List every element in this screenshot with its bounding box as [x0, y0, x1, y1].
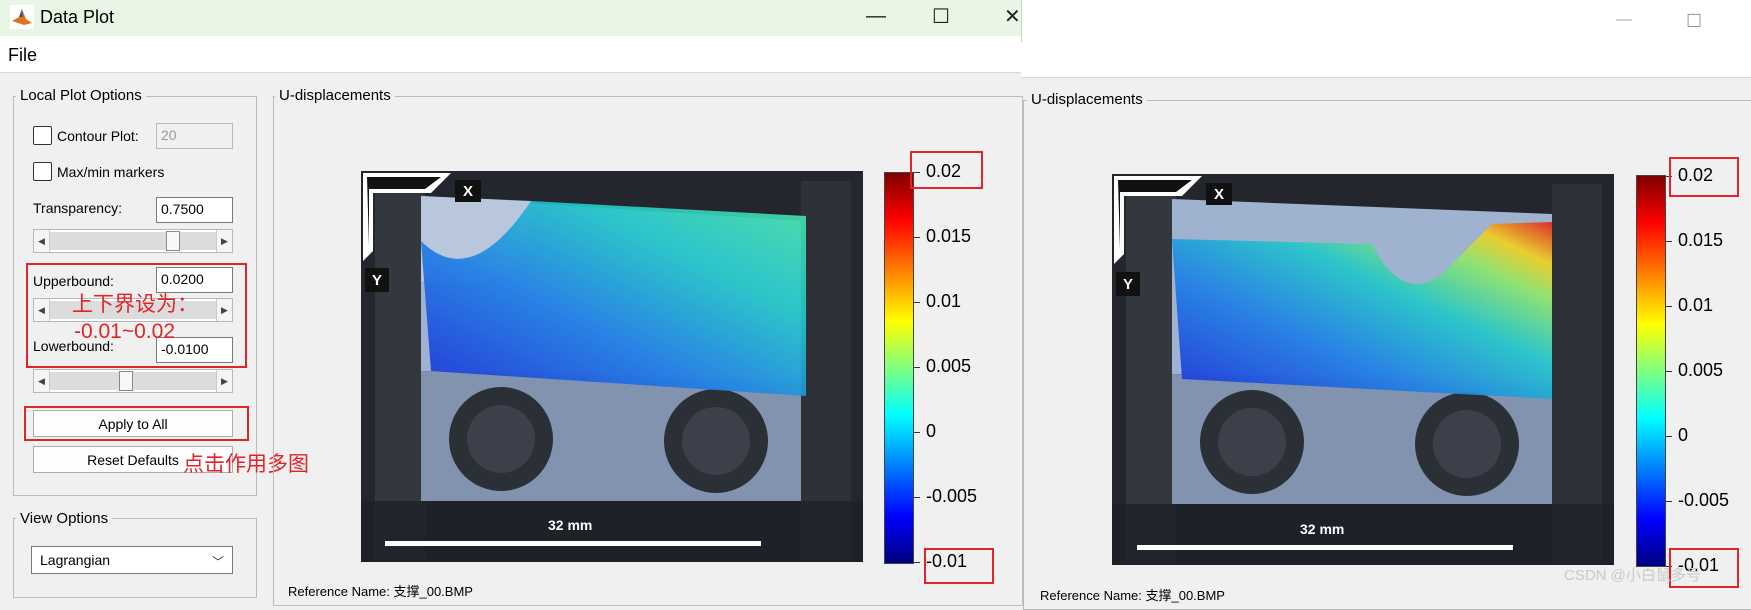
- bounds-note-line1: 上下界设为：: [72, 293, 198, 316]
- colorbar-tick-label: 0.005: [1678, 360, 1724, 380]
- max-min-markers-label: Max/min markers: [57, 164, 165, 180]
- second-window-title-bar: [1021, 0, 1751, 42]
- second-menu-bar: [1021, 42, 1751, 78]
- colorbar-tick-mark: [1666, 501, 1672, 502]
- right-plot-title: U-displacements: [1027, 91, 1147, 108]
- slider-left-arrow-icon[interactable]: ◀: [34, 230, 50, 252]
- close-button[interactable]: ✕: [1004, 7, 1021, 27]
- contour-plot-label: Contour Plot:: [57, 128, 139, 144]
- second-minimize-button[interactable]: —: [1616, 10, 1632, 30]
- bounds-note-line2: -0.01~0.02: [74, 320, 176, 343]
- apply-highlight-box: [24, 406, 249, 441]
- maximize-button[interactable]: ☐: [932, 7, 950, 27]
- colorbar-tick-label: -0.005: [926, 486, 978, 506]
- slider-thumb[interactable]: [165, 231, 180, 251]
- colorbar-tick-label: 0.015: [926, 226, 972, 246]
- transparency-label: Transparency:: [33, 200, 122, 216]
- left-upper-highlight-box: [910, 151, 983, 189]
- colorbar-tick-mark: [914, 302, 920, 303]
- colorbar-tick-mark: [1666, 436, 1672, 437]
- matlab-icon: [10, 5, 34, 29]
- left-reference-name: Reference Name: 支撑_00.BMP: [288, 584, 473, 599]
- left-lower-highlight-box: [924, 548, 994, 584]
- right-field-overlay: [1112, 174, 1614, 565]
- left-scale-bar: [385, 541, 761, 546]
- colorbar-tick-mark: [914, 237, 920, 238]
- left-plot-title: U-displacements: [275, 87, 395, 104]
- contour-levels-field[interactable]: 20: [156, 123, 233, 149]
- left-scale-label: 32 mm: [548, 517, 593, 533]
- slider-left-arrow-icon[interactable]: ◀: [34, 370, 50, 392]
- colorbar-tick-mark: [914, 367, 920, 368]
- chevron-down-icon: ﹀: [211, 555, 224, 569]
- colorbar-tick-mark: [914, 562, 920, 563]
- menu-file[interactable]: File: [8, 45, 37, 66]
- second-maximize-button[interactable]: ☐: [1686, 11, 1702, 31]
- colorbar-tick-mark: [1666, 306, 1672, 307]
- colorbar-tick-mark: [914, 497, 920, 498]
- view-options-title: View Options: [16, 510, 113, 527]
- left-x-axis-tag: X: [455, 180, 481, 202]
- transparency-slider[interactable]: ◀ ▶: [33, 229, 233, 253]
- left-field-overlay: [361, 171, 863, 562]
- right-x-axis-tag: X: [1206, 183, 1232, 205]
- transparency-field[interactable]: 0.7500: [156, 197, 233, 223]
- slider-right-arrow-icon[interactable]: ▶: [216, 230, 232, 252]
- colorbar-tick-label: 0: [1678, 425, 1689, 445]
- lowerbound-slider[interactable]: ◀ ▶: [33, 369, 233, 393]
- menu-bar: [0, 36, 1021, 73]
- watermark: CSDN @小白鼠多号: [1564, 567, 1701, 584]
- max-min-markers-checkbox[interactable]: [33, 162, 52, 181]
- left-displacement-image: [361, 171, 863, 562]
- right-scale-bar: [1137, 545, 1513, 550]
- left-colorbar: [884, 172, 914, 564]
- right-upper-highlight-box: [1669, 157, 1739, 197]
- view-mode-value: Lagrangian: [40, 552, 111, 568]
- colorbar-tick-label: 0.01: [1678, 295, 1714, 315]
- colorbar-tick-label: 0.015: [1678, 230, 1724, 250]
- slider-thumb[interactable]: [119, 371, 134, 391]
- colorbar-tick-mark: [1666, 371, 1672, 372]
- window-title: Data Plot: [40, 7, 115, 27]
- view-mode-select[interactable]: Lagrangian ﹀: [31, 546, 233, 574]
- right-y-axis-tag: Y: [1116, 272, 1140, 296]
- right-scale-label: 32 mm: [1300, 521, 1345, 537]
- minimize-button[interactable]: —: [866, 6, 886, 26]
- right-reference-name: Reference Name: 支撑_00.BMP: [1040, 588, 1225, 603]
- slider-track: [50, 232, 216, 250]
- contour-plot-checkbox[interactable]: [33, 126, 52, 145]
- colorbar-tick-label: 0.01: [926, 291, 962, 311]
- colorbar-tick-label: 0: [926, 421, 937, 441]
- colorbar-tick-mark: [1666, 241, 1672, 242]
- left-y-axis-tag: Y: [365, 268, 389, 292]
- colorbar-tick-label: 0.005: [926, 356, 972, 376]
- right-colorbar: [1636, 175, 1666, 567]
- local-plot-options-title: Local Plot Options: [16, 87, 146, 104]
- slider-right-arrow-icon[interactable]: ▶: [216, 370, 232, 392]
- right-displacement-image: [1112, 174, 1614, 565]
- colorbar-tick-label: -0.005: [1678, 490, 1730, 510]
- colorbar-tick-mark: [914, 432, 920, 433]
